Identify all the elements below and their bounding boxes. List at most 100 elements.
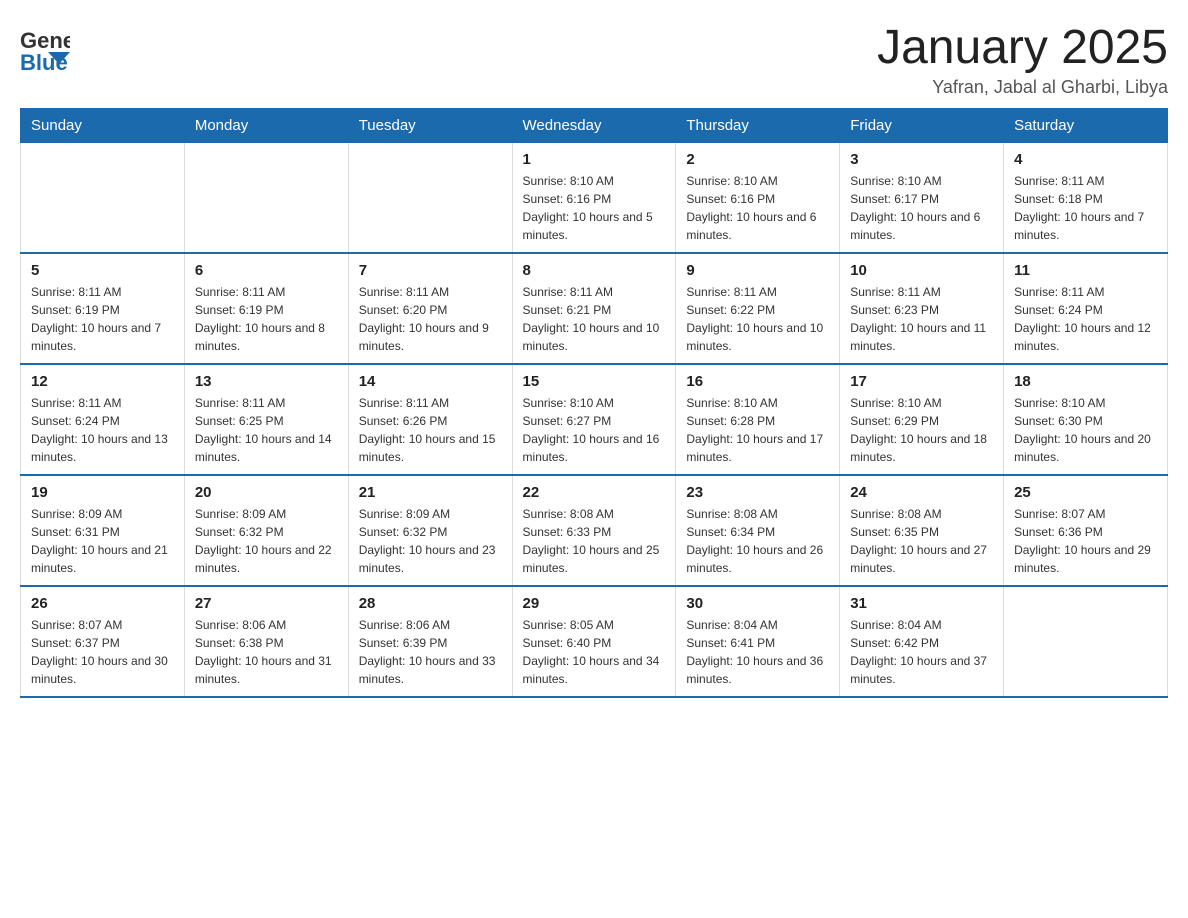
calendar-cell: 1 Sunrise: 8:10 AMSunset: 6:16 PMDaylight… — [512, 143, 676, 254]
day-number: 1 — [523, 151, 666, 168]
day-info: Sunrise: 8:10 AMSunset: 6:16 PMDaylight:… — [686, 172, 829, 244]
calendar-cell: 15Sunrise: 8:10 AMSunset: 6:27 PMDayligh… — [512, 364, 676, 475]
calendar-week-row: 5 Sunrise: 8:11 AMSunset: 6:19 PMDaylight… — [21, 253, 1168, 364]
calendar-cell: 13 Sunrise: 8:11 AMSunset: 6:25 PMDayligh… — [184, 364, 348, 475]
day-number: 21 — [359, 484, 502, 501]
day-info: Sunrise: 8:08 AMSunset: 6:35 PMDaylight:… — [850, 505, 993, 577]
calendar-cell: 10Sunrise: 8:11 AMSunset: 6:23 PMDayligh… — [840, 253, 1004, 364]
calendar-cell — [1004, 586, 1168, 697]
calendar-cell: 31 Sunrise: 8:04 AMSunset: 6:42 PMDayligh… — [840, 586, 1004, 697]
calendar-cell: 8 Sunrise: 8:11 AMSunset: 6:21 PMDaylight… — [512, 253, 676, 364]
day-info: Sunrise: 8:09 AMSunset: 6:32 PMDaylight:… — [195, 505, 338, 577]
day-info: Sunrise: 8:11 AMSunset: 6:26 PMDaylight:… — [359, 394, 502, 466]
day-info: Sunrise: 8:11 AMSunset: 6:19 PMDaylight:… — [31, 283, 174, 355]
col-friday: Friday — [840, 109, 1004, 143]
calendar-cell: 9Sunrise: 8:11 AMSunset: 6:22 PMDaylight… — [676, 253, 840, 364]
day-info: Sunrise: 8:04 AMSunset: 6:42 PMDaylight:… — [850, 616, 993, 688]
day-info: Sunrise: 8:11 AMSunset: 6:25 PMDaylight:… — [195, 394, 338, 466]
calendar-cell: 16 Sunrise: 8:10 AMSunset: 6:28 PMDayligh… — [676, 364, 840, 475]
calendar-cell: 2 Sunrise: 8:10 AMSunset: 6:16 PMDaylight… — [676, 143, 840, 254]
calendar-week-row: 26Sunrise: 8:07 AMSunset: 6:37 PMDayligh… — [21, 586, 1168, 697]
col-saturday: Saturday — [1004, 109, 1168, 143]
calendar-cell: 5 Sunrise: 8:11 AMSunset: 6:19 PMDaylight… — [21, 253, 185, 364]
calendar-subtitle: Yafran, Jabal al Gharbi, Libya — [877, 77, 1168, 98]
col-sunday: Sunday — [21, 109, 185, 143]
day-number: 23 — [686, 484, 829, 501]
day-number: 4 — [1014, 151, 1157, 168]
day-info: Sunrise: 8:05 AMSunset: 6:40 PMDaylight:… — [523, 616, 666, 688]
day-info: Sunrise: 8:09 AMSunset: 6:31 PMDaylight:… — [31, 505, 174, 577]
logo-mark: General Blue — [20, 20, 70, 80]
day-info: Sunrise: 8:07 AMSunset: 6:36 PMDaylight:… — [1014, 505, 1157, 577]
svg-text:Blue: Blue — [20, 50, 68, 75]
calendar-cell: 11 Sunrise: 8:11 AMSunset: 6:24 PMDayligh… — [1004, 253, 1168, 364]
calendar-cell: 23Sunrise: 8:08 AMSunset: 6:34 PMDayligh… — [676, 475, 840, 586]
col-wednesday: Wednesday — [512, 109, 676, 143]
day-info: Sunrise: 8:04 AMSunset: 6:41 PMDaylight:… — [686, 616, 829, 688]
day-info: Sunrise: 8:11 AMSunset: 6:21 PMDaylight:… — [523, 283, 666, 355]
day-info: Sunrise: 8:09 AMSunset: 6:32 PMDaylight:… — [359, 505, 502, 577]
col-tuesday: Tuesday — [348, 109, 512, 143]
day-info: Sunrise: 8:06 AMSunset: 6:39 PMDaylight:… — [359, 616, 502, 688]
day-info: Sunrise: 8:10 AMSunset: 6:28 PMDaylight:… — [686, 394, 829, 466]
day-info: Sunrise: 8:08 AMSunset: 6:33 PMDaylight:… — [523, 505, 666, 577]
day-number: 27 — [195, 595, 338, 612]
calendar-cell: 30 Sunrise: 8:04 AMSunset: 6:41 PMDayligh… — [676, 586, 840, 697]
calendar-cell: 25 Sunrise: 8:07 AMSunset: 6:36 PMDayligh… — [1004, 475, 1168, 586]
calendar-cell — [348, 143, 512, 254]
day-number: 18 — [1014, 373, 1157, 390]
calendar-title: January 2025 — [877, 20, 1168, 75]
day-number: 16 — [686, 373, 829, 390]
day-number: 10 — [850, 262, 993, 279]
day-number: 28 — [359, 595, 502, 612]
day-number: 29 — [523, 595, 666, 612]
calendar-cell: 22 Sunrise: 8:08 AMSunset: 6:33 PMDayligh… — [512, 475, 676, 586]
calendar-cell — [21, 143, 185, 254]
calendar-week-row: 19 Sunrise: 8:09 AMSunset: 6:31 PMDayligh… — [21, 475, 1168, 586]
calendar-week-row: 12Sunrise: 8:11 AMSunset: 6:24 PMDayligh… — [21, 364, 1168, 475]
calendar-cell: 19 Sunrise: 8:09 AMSunset: 6:31 PMDayligh… — [21, 475, 185, 586]
day-number: 24 — [850, 484, 993, 501]
calendar-cell: 6Sunrise: 8:11 AMSunset: 6:19 PMDaylight… — [184, 253, 348, 364]
calendar-cell: 12Sunrise: 8:11 AMSunset: 6:24 PMDayligh… — [21, 364, 185, 475]
day-number: 2 — [686, 151, 829, 168]
day-number: 31 — [850, 595, 993, 612]
calendar-cell: 17Sunrise: 8:10 AMSunset: 6:29 PMDayligh… — [840, 364, 1004, 475]
day-number: 5 — [31, 262, 174, 279]
calendar-cell: 18 Sunrise: 8:10 AMSunset: 6:30 PMDayligh… — [1004, 364, 1168, 475]
calendar-cell: 21 Sunrise: 8:09 AMSunset: 6:32 PMDayligh… — [348, 475, 512, 586]
day-number: 8 — [523, 262, 666, 279]
day-info: Sunrise: 8:11 AMSunset: 6:19 PMDaylight:… — [195, 283, 338, 355]
day-number: 3 — [850, 151, 993, 168]
day-number: 22 — [523, 484, 666, 501]
title-section: January 2025 Yafran, Jabal al Gharbi, Li… — [877, 20, 1168, 98]
day-number: 11 — [1014, 262, 1157, 279]
day-number: 25 — [1014, 484, 1157, 501]
day-info: Sunrise: 8:10 AMSunset: 6:30 PMDaylight:… — [1014, 394, 1157, 466]
calendar-cell: 29 Sunrise: 8:05 AMSunset: 6:40 PMDayligh… — [512, 586, 676, 697]
logo: General Blue — [20, 20, 70, 80]
day-info: Sunrise: 8:10 AMSunset: 6:29 PMDaylight:… — [850, 394, 993, 466]
day-number: 30 — [686, 595, 829, 612]
calendar-table: Sunday Monday Tuesday Wednesday Thursday… — [20, 108, 1168, 698]
day-number: 26 — [31, 595, 174, 612]
calendar-cell — [184, 143, 348, 254]
day-number: 7 — [359, 262, 502, 279]
day-info: Sunrise: 8:06 AMSunset: 6:38 PMDaylight:… — [195, 616, 338, 688]
day-number: 12 — [31, 373, 174, 390]
calendar-cell: 28 Sunrise: 8:06 AMSunset: 6:39 PMDayligh… — [348, 586, 512, 697]
day-number: 20 — [195, 484, 338, 501]
calendar-cell: 4 Sunrise: 8:11 AMSunset: 6:18 PMDaylight… — [1004, 143, 1168, 254]
calendar-cell: 3Sunrise: 8:10 AMSunset: 6:17 PMDaylight… — [840, 143, 1004, 254]
day-number: 19 — [31, 484, 174, 501]
calendar-cell: 26Sunrise: 8:07 AMSunset: 6:37 PMDayligh… — [21, 586, 185, 697]
day-info: Sunrise: 8:11 AMSunset: 6:24 PMDaylight:… — [1014, 283, 1157, 355]
calendar-week-row: 1 Sunrise: 8:10 AMSunset: 6:16 PMDaylight… — [21, 143, 1168, 254]
day-info: Sunrise: 8:10 AMSunset: 6:27 PMDaylight:… — [523, 394, 666, 466]
day-number: 13 — [195, 373, 338, 390]
day-info: Sunrise: 8:11 AMSunset: 6:20 PMDaylight:… — [359, 283, 502, 355]
day-number: 14 — [359, 373, 502, 390]
day-info: Sunrise: 8:10 AMSunset: 6:16 PMDaylight:… — [523, 172, 666, 244]
day-info: Sunrise: 8:11 AMSunset: 6:18 PMDaylight:… — [1014, 172, 1157, 244]
calendar-cell: 7 Sunrise: 8:11 AMSunset: 6:20 PMDaylight… — [348, 253, 512, 364]
